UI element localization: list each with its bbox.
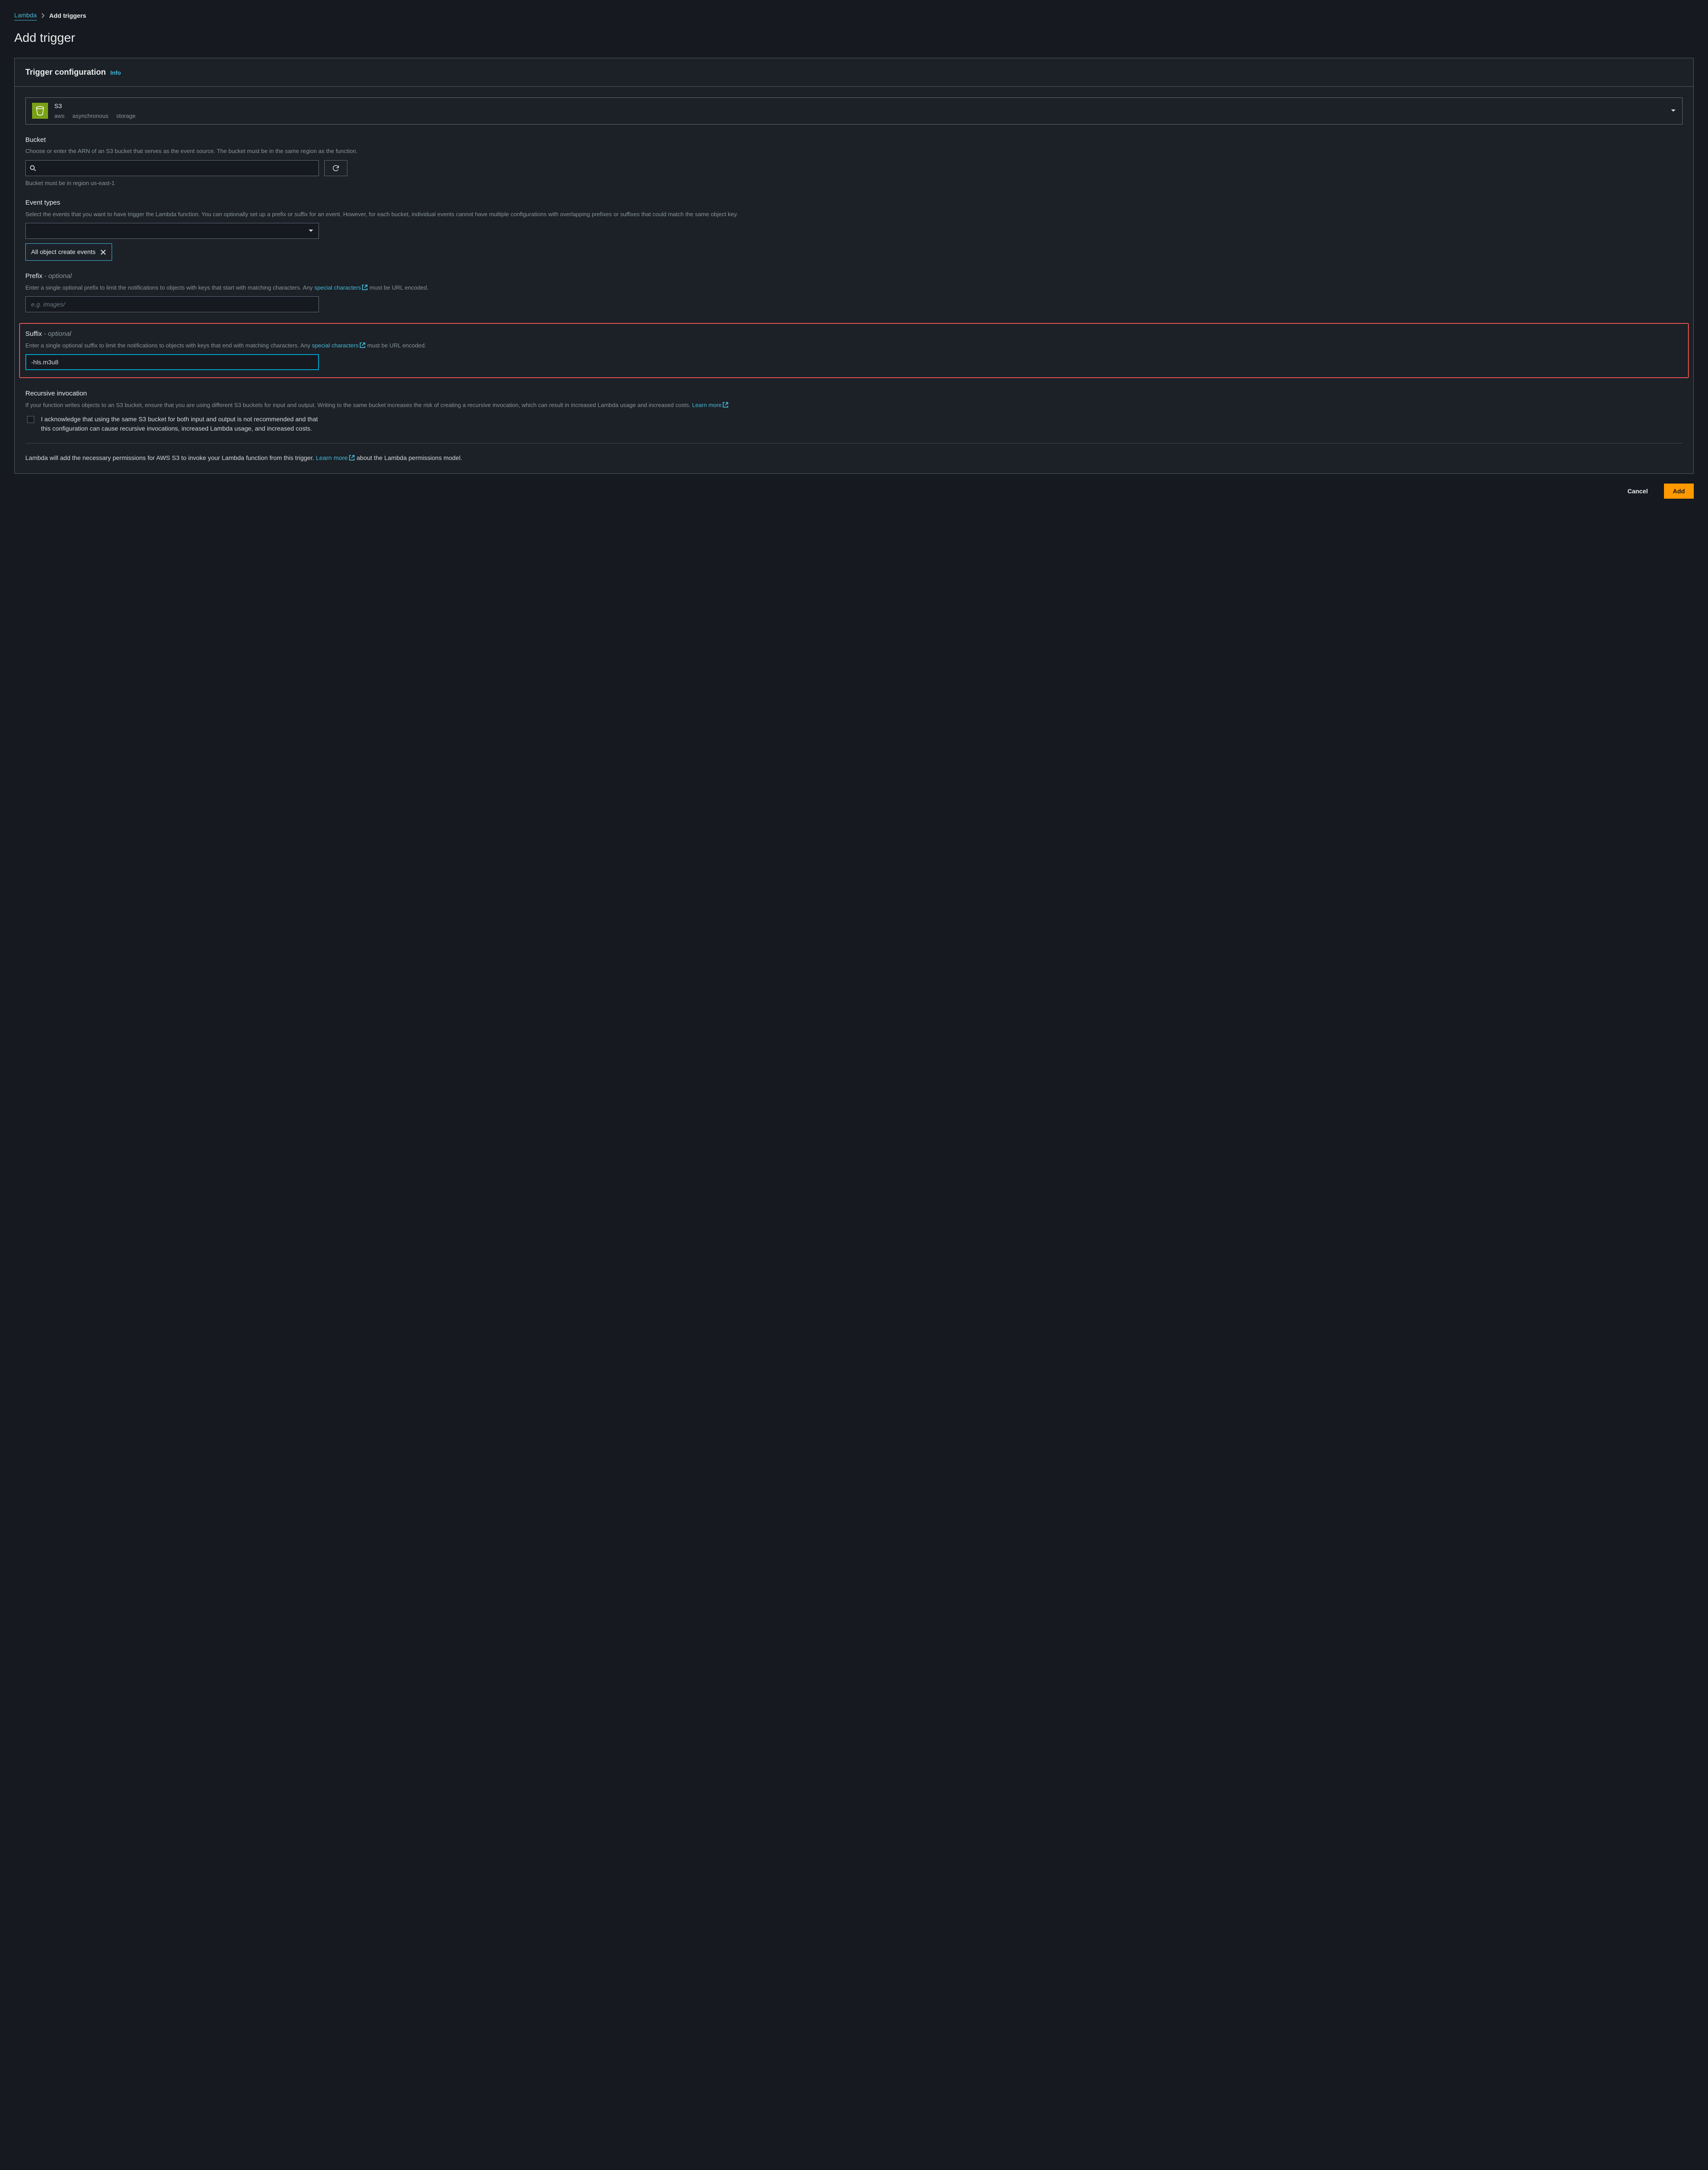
footer-actions: Cancel Add <box>14 484 1694 499</box>
cancel-button[interactable]: Cancel <box>1619 484 1657 499</box>
event-types-label: Event types <box>25 198 1683 208</box>
source-tags: aws asynchronous storage <box>54 112 1664 121</box>
caret-down-icon <box>1671 109 1676 113</box>
external-link-icon <box>362 284 368 290</box>
permissions-note: Lambda will add the necessary permission… <box>25 453 1683 463</box>
recursive-desc: If your function writes objects to an S3… <box>25 401 1683 410</box>
refresh-icon <box>332 164 340 172</box>
add-button[interactable]: Add <box>1664 484 1694 499</box>
trigger-source-select[interactable]: S3 aws asynchronous storage <box>25 97 1683 125</box>
acknowledge-label[interactable]: I acknowledge that using the same S3 buc… <box>41 415 326 433</box>
bucket-desc: Choose or enter the ARN of an S3 bucket … <box>25 147 1683 156</box>
event-type-chip: All object create events <box>25 243 112 261</box>
suffix-input[interactable] <box>25 354 319 370</box>
bucket-search-wrap <box>25 160 319 176</box>
bucket-field: Bucket Choose or enter the ARN of an S3 … <box>25 135 1683 188</box>
breadcrumb-root-link[interactable]: Lambda <box>14 11 37 20</box>
prefix-desc: Enter a single optional prefix to limit … <box>25 283 1683 292</box>
refresh-button[interactable] <box>324 160 347 176</box>
prefix-label: Prefix - optional <box>25 271 1683 282</box>
special-chars-link[interactable]: special characters <box>312 342 366 349</box>
search-icon <box>30 165 36 171</box>
event-types-select[interactable] <box>25 223 319 239</box>
external-link-icon <box>359 342 366 348</box>
prefix-input[interactable] <box>25 296 319 312</box>
special-chars-link[interactable]: special characters <box>314 284 368 291</box>
s3-bucket-icon <box>32 103 48 119</box>
event-types-desc: Select the events that you want to have … <box>25 210 1683 219</box>
chip-label: All object create events <box>31 247 96 257</box>
source-tag: storage <box>116 113 135 119</box>
prefix-field: Prefix - optional Enter a single optiona… <box>25 271 1683 312</box>
bucket-hint: Bucket must be in region us-east-1 <box>25 179 1683 188</box>
info-link[interactable]: Info <box>110 69 121 77</box>
recursive-label: Recursive invocation <box>25 389 1683 399</box>
suffix-label: Suffix - optional <box>25 329 1683 339</box>
divider <box>25 443 1683 444</box>
panel-header: Trigger configuration Info <box>15 58 1693 87</box>
suffix-desc: Enter a single optional suffix to limit … <box>25 341 1683 350</box>
external-link-icon <box>349 455 355 461</box>
chevron-right-icon <box>41 13 45 18</box>
learn-more-link[interactable]: Learn more <box>316 454 355 461</box>
breadcrumb: Lambda Add triggers <box>14 11 1694 20</box>
bucket-input[interactable] <box>25 160 319 176</box>
trigger-config-panel: Trigger configuration Info S3 aws asynch… <box>14 58 1694 474</box>
source-title: S3 <box>54 101 1664 111</box>
recursive-field: Recursive invocation If your function wr… <box>25 389 1683 433</box>
source-tag: aws <box>54 113 64 119</box>
source-tag: asynchronous <box>73 113 109 119</box>
event-types-field: Event types Select the events that you w… <box>25 198 1683 261</box>
suffix-field: Suffix - optional Enter a single optiona… <box>19 323 1689 378</box>
chip-remove-button[interactable] <box>100 249 106 255</box>
panel-title: Trigger configuration <box>25 66 106 78</box>
source-labels: S3 aws asynchronous storage <box>54 101 1664 121</box>
acknowledge-checkbox[interactable] <box>27 416 34 423</box>
breadcrumb-current: Add triggers <box>49 11 86 20</box>
learn-more-link[interactable]: Learn more <box>692 402 729 408</box>
external-link-icon <box>722 402 729 408</box>
bucket-label: Bucket <box>25 135 1683 145</box>
page-title: Add trigger <box>14 28 1694 47</box>
